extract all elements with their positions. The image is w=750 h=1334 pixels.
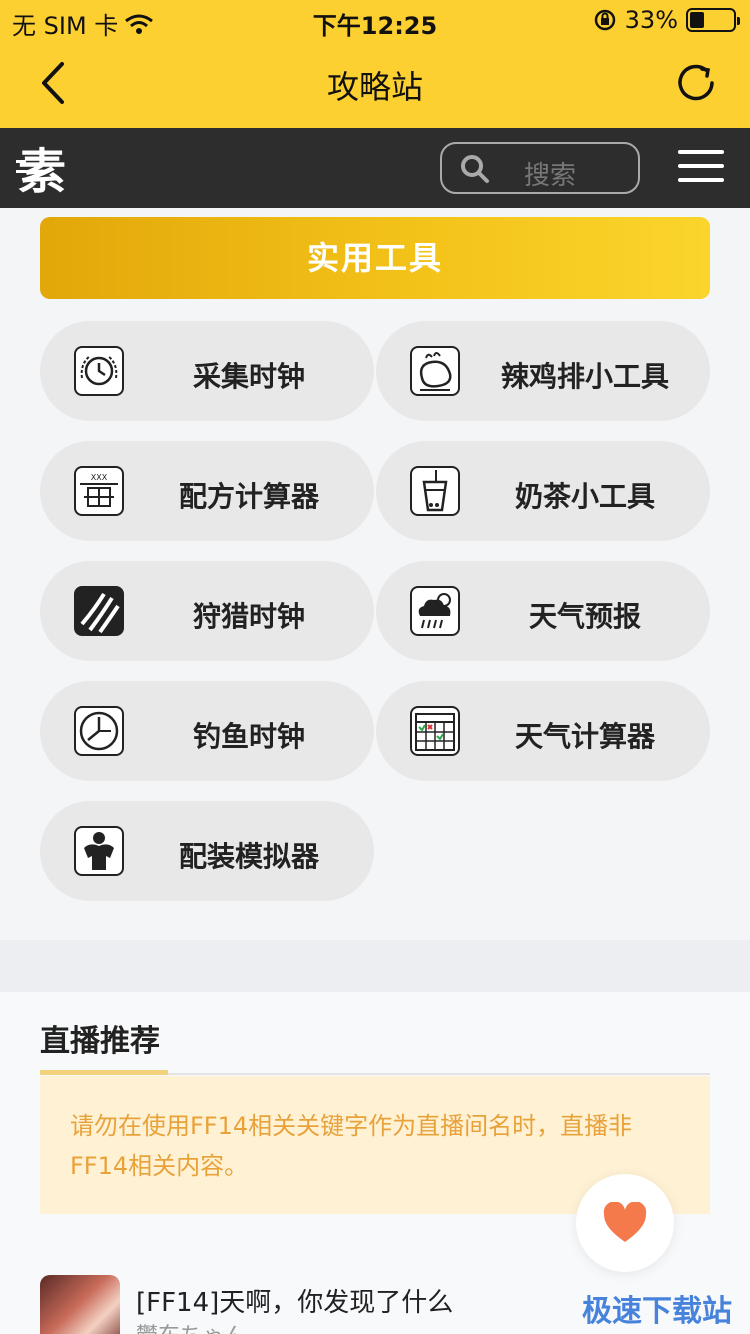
hamburger-menu-icon[interactable] [678, 150, 726, 186]
live-section-title: 直播推荐 [40, 1024, 160, 1059]
heart-icon [603, 1202, 647, 1242]
tool-button-fishing-clock[interactable]: 钓鱼时钟 [40, 681, 374, 781]
battery-percent: 33% [624, 6, 678, 34]
tool-button-hunt-clock[interactable]: 狩猎时钟 [40, 561, 374, 661]
clock-icon [74, 706, 124, 756]
tool-button-recipe-calculator[interactable]: XXX 配方计算器 [40, 441, 374, 541]
claw-icon [74, 586, 124, 636]
logo-mark-icon: 素 [16, 144, 66, 200]
page-title: 攻略站 [326, 68, 423, 106]
tool-button-gather-clock[interactable]: 采集时钟 [40, 321, 374, 421]
cloud-rain-icon [410, 586, 460, 636]
status-bar: 无 SIM 卡 下午12:25 33% [0, 0, 750, 40]
status-right-group: 33% [593, 6, 740, 34]
watermark: 极速下载站 [582, 1294, 732, 1329]
search-placeholder: 搜索 [524, 161, 577, 191]
rotation-lock-icon [594, 9, 615, 31]
tool-button-weather-calculator[interactable]: 天气计算器 [376, 681, 710, 781]
stream-title[interactable]: [FF14]天啊，你发现了什么 [136, 1282, 453, 1319]
favorite-button[interactable] [576, 1174, 674, 1272]
tool-label: 辣鸡排小工具 [500, 360, 669, 393]
stream-subtitle: 鬱东ちゃん [136, 1318, 246, 1334]
tool-label: 狩猎时钟 [192, 600, 305, 633]
reload-icon[interactable] [672, 58, 722, 108]
search-box[interactable]: 搜索 [440, 142, 640, 194]
live-title-underline [40, 1070, 168, 1075]
tool-label: 采集时钟 [192, 360, 305, 393]
tools-section-title: 实用工具 [40, 217, 710, 299]
site-header: 素 搜索 [0, 128, 750, 208]
site-logo[interactable]: 素 [14, 138, 70, 200]
tool-label: 天气预报 [528, 600, 641, 633]
armor-icon [74, 826, 124, 876]
tool-button-weather-forecast[interactable]: 天气预报 [376, 561, 710, 661]
calendar-icon [410, 706, 460, 756]
search-icon [461, 155, 489, 183]
stream-thumbnail[interactable] [40, 1275, 120, 1334]
svg-text:XXX: XXX [91, 473, 108, 482]
tool-button-gear-simulator[interactable]: 配装模拟器 [40, 801, 374, 901]
app-top-bar: 无 SIM 卡 下午12:25 33% 攻略站 [0, 0, 750, 128]
recipe-icon: XXX [74, 466, 124, 516]
chicken-icon [410, 346, 460, 396]
tool-label: 钓鱼时钟 [192, 720, 305, 753]
clock-wreath-icon [74, 346, 124, 396]
section-divider [0, 940, 750, 992]
milk-tea-icon [410, 466, 460, 516]
tool-label: 配方计算器 [178, 480, 319, 513]
tool-label: 奶茶小工具 [514, 480, 655, 513]
tool-label: 天气计算器 [514, 720, 655, 753]
battery-icon [686, 8, 740, 32]
tool-button-chicken-tool[interactable]: 辣鸡排小工具 [376, 321, 710, 421]
tool-button-milk-tea-tool[interactable]: 奶茶小工具 [376, 441, 710, 541]
tool-label: 配装模拟器 [178, 840, 319, 873]
